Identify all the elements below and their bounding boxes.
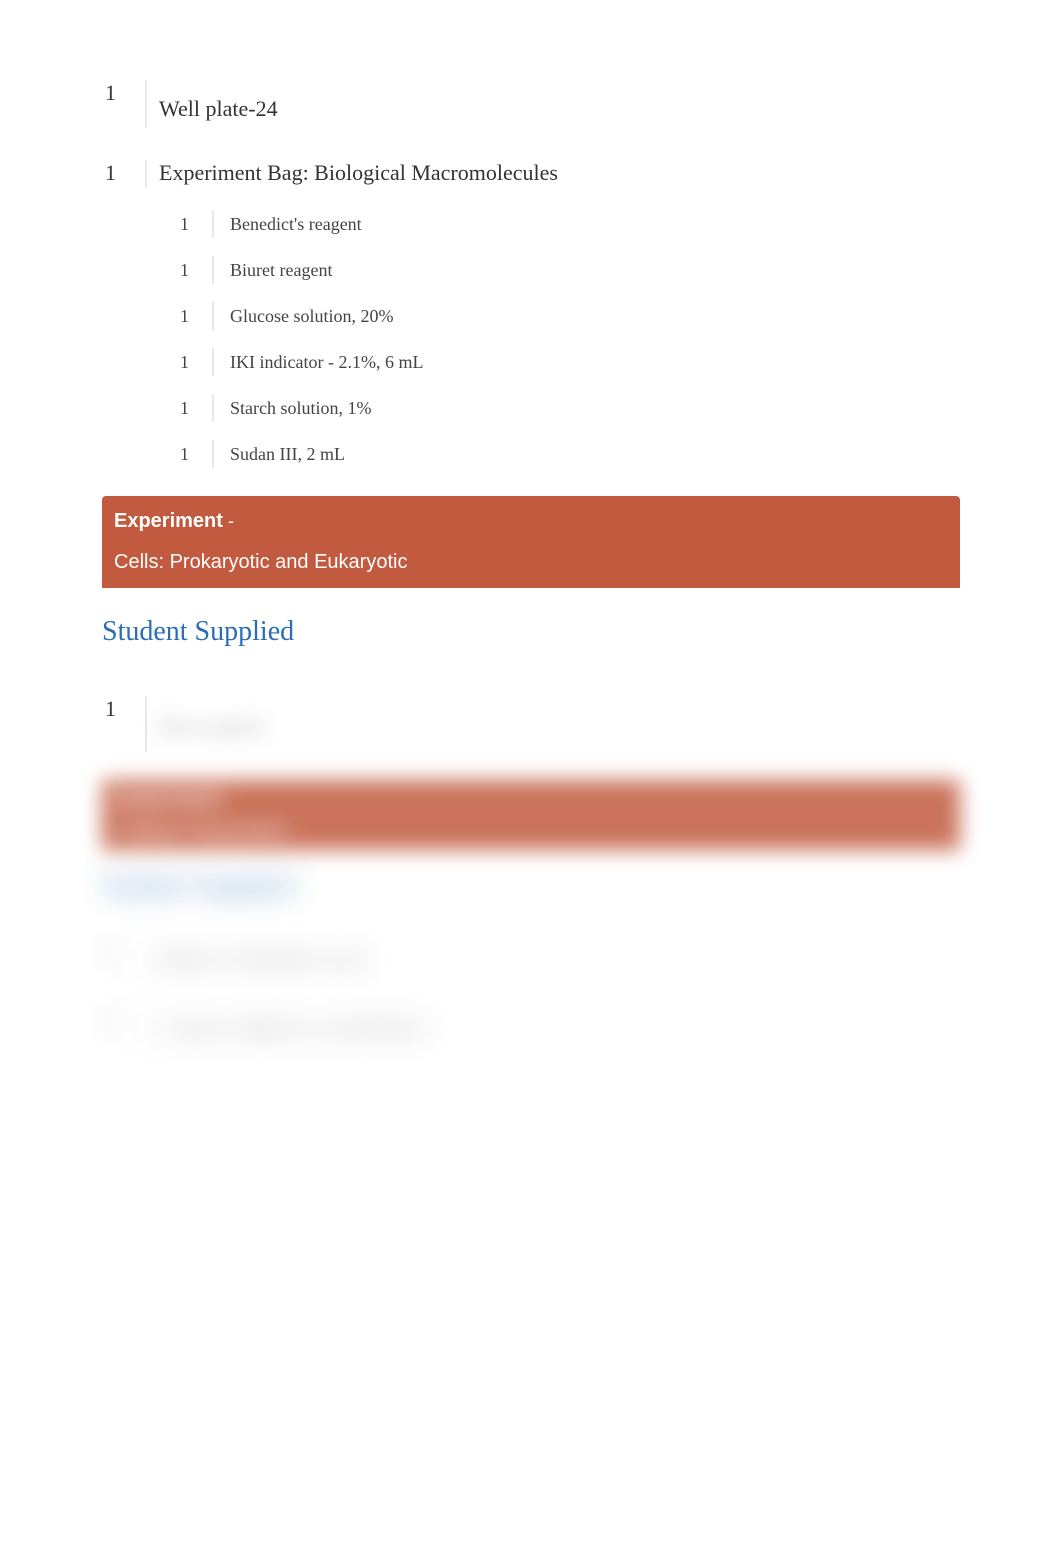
divider bbox=[212, 256, 214, 284]
experiment-title: Cellular Respiration bbox=[114, 819, 948, 842]
divider bbox=[145, 696, 147, 752]
item-label: IKI indicator - 2.1%, 6 mL bbox=[230, 352, 423, 373]
list-item: 1 Sudan III, 2 mL bbox=[180, 440, 957, 468]
item-quantity: 1 bbox=[180, 260, 212, 281]
item-quantity: 1 bbox=[180, 214, 212, 235]
experiment-header: Experiment - Cells: Prokaryotic and Euka… bbox=[102, 496, 960, 588]
divider bbox=[212, 210, 214, 238]
item-label: Camera, digital or smartphone bbox=[159, 1008, 427, 1040]
item-quantity: 1 bbox=[180, 352, 212, 373]
divider bbox=[145, 1008, 147, 1048]
experiment-dash: - bbox=[223, 511, 234, 531]
item-quantity: 1 bbox=[105, 696, 145, 722]
section-heading: Student Supplied bbox=[102, 870, 1062, 902]
item-quantity: 1 bbox=[180, 444, 212, 465]
list-item: 1 Glucose solution, 20% bbox=[180, 302, 957, 330]
section-heading: Student Supplied bbox=[102, 616, 1062, 648]
sub-item-list: 1 Benedict's reagent 1 Biuret reagent 1 … bbox=[0, 210, 1062, 468]
experiment-header: Experiment Cellular Respiration bbox=[102, 780, 960, 850]
item-label: Well plate-24 bbox=[159, 80, 278, 122]
divider bbox=[212, 348, 214, 376]
item-quantity: 1 bbox=[105, 1008, 145, 1034]
divider bbox=[145, 160, 147, 188]
item-label: Benedict's reagent bbox=[230, 214, 362, 235]
item-quantity: 1 bbox=[105, 160, 145, 186]
item-label: Starch solution, 1% bbox=[230, 398, 372, 419]
list-item: 1 Starch solution, 1% bbox=[180, 394, 957, 422]
list-item: 1 Pen or pencil bbox=[0, 696, 1062, 752]
list-item: 1 Biuret reagent bbox=[180, 256, 957, 284]
experiment-title: Cells: Prokaryotic and Eukaryotic bbox=[114, 551, 942, 574]
item-label: Sudan III, 2 mL bbox=[230, 444, 345, 465]
item-label: Experiment Bag: Biological Macromolecule… bbox=[159, 160, 558, 186]
experiment-label: Experiment bbox=[114, 788, 223, 810]
list-item: 1 Benedict's reagent bbox=[180, 210, 957, 238]
list-item: 1 Well plate-24 bbox=[105, 80, 957, 128]
item-quantity: 1 bbox=[105, 940, 145, 966]
item-label: Bottle of distilled water bbox=[159, 940, 367, 972]
list-item: 1 IKI indicator - 2.1%, 6 mL bbox=[180, 348, 957, 376]
item-quantity: 1 bbox=[105, 80, 145, 106]
experiment-label: Experiment bbox=[114, 510, 223, 532]
list-item: 1 Camera, digital or smartphone bbox=[0, 1008, 1062, 1048]
list-item: 1 Experiment Bag: Biological Macromolecu… bbox=[105, 160, 957, 188]
divider bbox=[212, 302, 214, 330]
divider bbox=[212, 394, 214, 422]
item-label: Glucose solution, 20% bbox=[230, 306, 394, 327]
divider bbox=[145, 940, 147, 980]
divider bbox=[145, 80, 147, 128]
divider bbox=[212, 440, 214, 468]
item-label: Biuret reagent bbox=[230, 260, 332, 281]
item-quantity: 1 bbox=[180, 398, 212, 419]
item-label: Pen or pencil bbox=[159, 696, 265, 739]
list-item: 1 Bottle of distilled water bbox=[0, 940, 1062, 980]
item-quantity: 1 bbox=[180, 306, 212, 327]
